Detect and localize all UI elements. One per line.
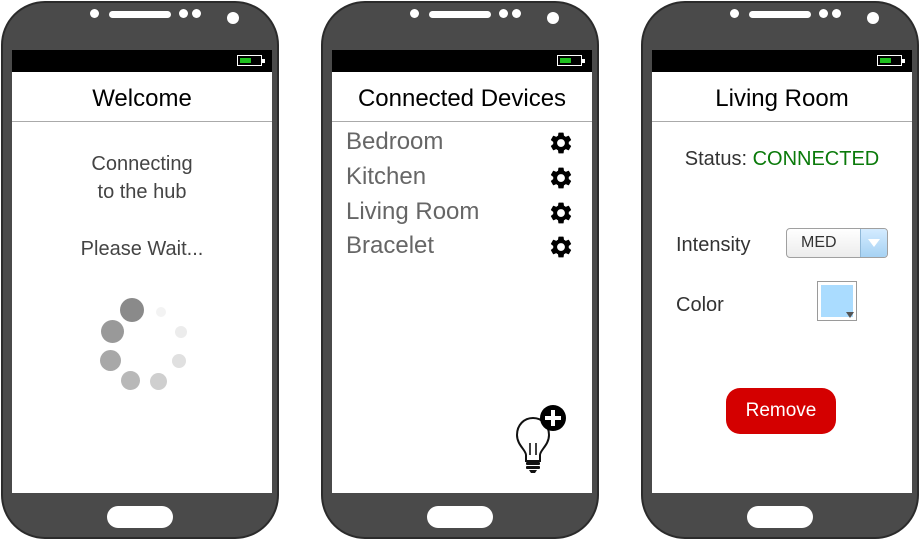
phone-connected-devices: Connected Devices Bedroom Kitchen Living… bbox=[321, 1, 599, 539]
spinner-dot bbox=[120, 298, 144, 322]
screen-welcome: Welcome Connecting to the hub Please Wai… bbox=[12, 50, 272, 493]
page-title: Connected Devices bbox=[357, 85, 567, 112]
connection-status: Status: CONNECTED bbox=[652, 148, 912, 171]
status-label: Status: bbox=[684, 148, 748, 170]
spinner-dot bbox=[121, 371, 140, 390]
sensor-dot bbox=[90, 9, 99, 18]
gear-icon[interactable] bbox=[548, 165, 574, 191]
connecting-message-line2: to the hub bbox=[97, 181, 187, 203]
device-label: Living Room bbox=[346, 198, 480, 225]
front-camera bbox=[227, 12, 239, 24]
spinner-dot bbox=[156, 307, 166, 317]
page-title: Living Room bbox=[715, 85, 849, 112]
gear-icon[interactable] bbox=[548, 130, 574, 156]
intensity-value: MED bbox=[801, 234, 837, 251]
chevron-down-icon[interactable] bbox=[860, 229, 887, 257]
sensor-dot bbox=[499, 9, 508, 18]
home-button[interactable] bbox=[107, 506, 173, 528]
sensor-dot bbox=[832, 9, 841, 18]
spinner-dot bbox=[101, 320, 124, 343]
wait-message: Please Wait... bbox=[80, 238, 204, 260]
battery-icon bbox=[237, 55, 265, 66]
speaker-grille bbox=[429, 11, 491, 18]
sensor-dot bbox=[192, 9, 201, 18]
sensor-dot bbox=[179, 9, 188, 18]
front-camera bbox=[867, 12, 879, 24]
spinner-dot bbox=[150, 373, 167, 390]
battery-icon bbox=[877, 55, 905, 66]
device-label: Kitchen bbox=[346, 163, 427, 190]
sensor-dot bbox=[410, 9, 419, 18]
color-label: Color bbox=[676, 294, 724, 316]
screen-connected-devices: Connected Devices Bedroom Kitchen Living… bbox=[332, 50, 592, 493]
status-bar bbox=[332, 50, 592, 72]
title-bar: Welcome bbox=[12, 72, 272, 122]
gear-icon[interactable] bbox=[548, 234, 574, 260]
intensity-select[interactable]: MED bbox=[786, 228, 888, 258]
front-camera bbox=[547, 12, 559, 24]
title-bar: Connected Devices bbox=[332, 72, 592, 122]
status-bar bbox=[12, 50, 272, 72]
status-value: CONNECTED bbox=[752, 148, 880, 170]
device-item-bedroom[interactable]: Bedroom bbox=[346, 128, 578, 160]
remove-button[interactable]: Remove bbox=[726, 388, 836, 434]
add-device-lightbulb-plus-icon[interactable] bbox=[508, 405, 570, 473]
phone-welcome: Welcome Connecting to the hub Please Wai… bbox=[1, 1, 279, 539]
sensor-dot bbox=[512, 9, 521, 18]
screen-living-room: Living Room Status: CONNECTED Intensity … bbox=[652, 50, 912, 493]
device-item-living-room[interactable]: Living Room bbox=[346, 198, 578, 230]
intensity-label: Intensity bbox=[676, 234, 751, 256]
gear-icon[interactable] bbox=[548, 200, 574, 226]
spinner-dot bbox=[100, 350, 121, 371]
speaker-grille bbox=[109, 11, 171, 18]
connecting-message: Connecting bbox=[91, 153, 193, 175]
device-item-bracelet[interactable]: Bracelet bbox=[346, 232, 578, 264]
battery-icon bbox=[557, 55, 585, 66]
page-title: Welcome bbox=[92, 85, 192, 112]
home-button[interactable] bbox=[427, 506, 493, 528]
title-bar: Living Room bbox=[652, 72, 912, 122]
spinner-dot bbox=[172, 354, 186, 368]
device-label: Bracelet bbox=[346, 232, 435, 259]
spinner-dot bbox=[175, 326, 187, 338]
dropdown-triangle-icon bbox=[846, 312, 854, 318]
speaker-grille bbox=[749, 11, 811, 18]
home-button[interactable] bbox=[747, 506, 813, 528]
phone-living-room: Living Room Status: CONNECTED Intensity … bbox=[641, 1, 919, 539]
status-bar bbox=[652, 50, 912, 72]
color-picker[interactable] bbox=[817, 281, 857, 321]
sensor-dot bbox=[730, 9, 739, 18]
device-item-kitchen[interactable]: Kitchen bbox=[346, 163, 578, 195]
device-label: Bedroom bbox=[346, 128, 444, 155]
sensor-dot bbox=[819, 9, 828, 18]
